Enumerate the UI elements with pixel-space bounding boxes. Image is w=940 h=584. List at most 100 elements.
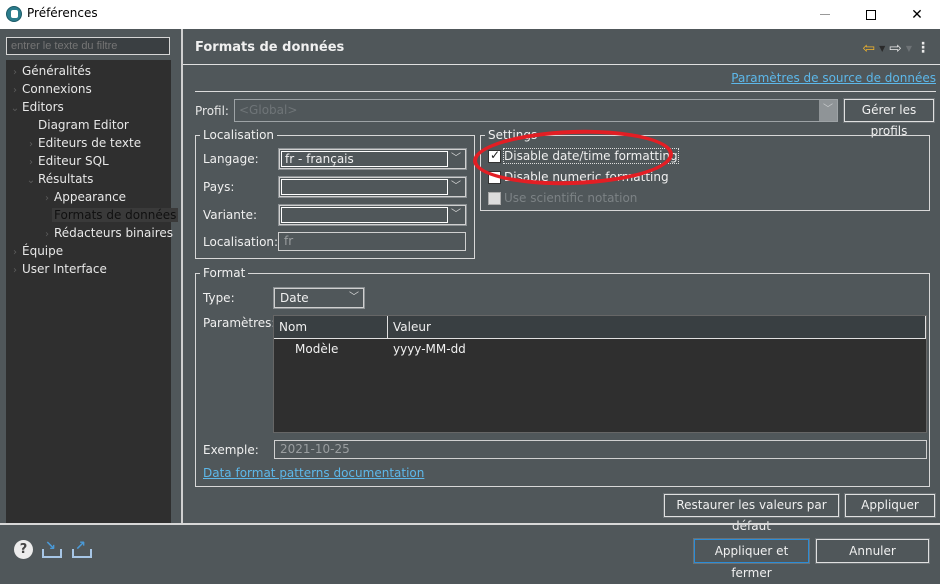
scientific-notation-checkbox[interactable]: Use scientific notation (488, 191, 637, 205)
tree-item-label: Résultats (38, 172, 94, 186)
sidebar: ›Généralités›Connexions⌄EditorsDiagram E… (0, 29, 179, 524)
language-select[interactable]: fr - français ﹀ (278, 148, 467, 170)
language-label: Langage: (203, 152, 259, 166)
localisation-legend: Localisation (203, 128, 275, 142)
tree-item[interactable]: › Appearance (40, 188, 126, 206)
footer-icons: ? ↘ ↗ (14, 539, 93, 559)
tree-item[interactable]: › User Interface (8, 260, 107, 278)
chevron-right-icon[interactable]: › (8, 262, 22, 280)
country-label: Pays: (203, 180, 235, 194)
maximize-icon (866, 9, 876, 20)
doc-link[interactable]: Data format patterns documentation (203, 466, 424, 480)
tree-item[interactable]: Diagram Editor (24, 116, 129, 134)
tree-item[interactable]: ⌄ Editors (8, 98, 64, 116)
param-name: Modèle (295, 342, 339, 356)
tree-item-label: User Interface (22, 262, 107, 276)
checkbox-icon (488, 191, 501, 205)
close-button[interactable]: ✕ (894, 0, 940, 29)
tree-item[interactable]: › Editeurs de texte (24, 134, 141, 152)
tree-item[interactable]: › Équipe (8, 242, 63, 260)
apply-and-close-button[interactable]: Appliquer et fermer (693, 538, 810, 580)
chevron-down-icon[interactable]: ⌄ (24, 172, 38, 190)
profile-select[interactable]: <Global> ﹀ (234, 99, 838, 122)
maximize-button[interactable] (848, 0, 894, 29)
chevron-down-icon: ﹀ (451, 181, 461, 192)
divider (195, 91, 936, 92)
tree-item[interactable]: Formats de données (40, 206, 179, 224)
filter-input[interactable] (6, 37, 170, 55)
chevron-down-icon[interactable]: ⌄ (8, 100, 22, 118)
variant-label: Variante: (203, 208, 257, 222)
tree-item[interactable]: › Editeur SQL (24, 152, 109, 170)
page-nav: ⇦ ▼ ⇨ ▼ ⋮ (863, 39, 930, 57)
param-value[interactable]: yyyy-MM-dd (393, 340, 466, 358)
forward-arrow-icon[interactable]: ⇨ (889, 39, 902, 57)
tree-item-label: Généralités (22, 64, 91, 78)
settings-legend: Settings (488, 128, 538, 142)
checkbox-icon (488, 170, 501, 184)
divider (0, 523, 940, 525)
language-value: fr - français (285, 152, 354, 166)
scientific-notation-label: Use scientific notation (504, 191, 638, 205)
chevron-down-icon: ﹀ (451, 209, 461, 220)
params-label: Paramètres: (203, 316, 276, 330)
help-icon[interactable]: ? (14, 540, 33, 559)
chevron-down-icon: ﹀ (451, 153, 461, 164)
cancel-button[interactable]: Annuler (815, 538, 930, 564)
tree-item[interactable]: ⌄ Résultats (24, 170, 94, 190)
datasource-settings-link[interactable]: Paramètres de source de données (731, 71, 936, 85)
minimize-button[interactable] (802, 0, 848, 29)
back-arrow-icon[interactable]: ⇦ (863, 39, 876, 57)
import-icon[interactable]: ↘ (41, 539, 63, 559)
type-value: Date (280, 291, 309, 305)
tree-item[interactable]: › Connexions (8, 80, 92, 98)
locale-label: Localisation: (203, 235, 279, 249)
tree-item-label: Editors (22, 100, 64, 114)
format-legend: Format (203, 266, 246, 280)
tree-item-label: Editeurs de texte (38, 136, 142, 150)
tree-item-label: Équipe (22, 244, 64, 258)
chevron-down-icon: ﹀ (819, 100, 837, 121)
type-select[interactable]: Date ﹀ (273, 287, 365, 309)
country-select[interactable]: ﹀ (278, 176, 467, 198)
close-icon: ✕ (911, 6, 923, 23)
params-table: Nom Valeur Modèle yyyy-MM-dd (273, 315, 927, 433)
variant-select[interactable]: ﹀ (278, 204, 467, 226)
tree-item-label: Appearance (54, 190, 127, 204)
type-label: Type: (203, 291, 235, 305)
table-header: Nom Valeur (274, 316, 926, 339)
disable-numeric-checkbox[interactable]: Disable numeric formatting (488, 170, 669, 184)
apply-button[interactable]: Appliquer (844, 493, 936, 518)
title-bar: Préférences ✕ (0, 0, 940, 29)
tree-item-label: Editeur SQL (38, 154, 109, 168)
back-dropdown-icon[interactable]: ▼ (879, 44, 885, 53)
profile-label: Profil: (195, 104, 229, 118)
divider (183, 64, 940, 65)
example-label: Exemple: (203, 443, 259, 457)
tree-item[interactable]: › Rédacteurs binaires (40, 224, 173, 242)
checkbox-checked-icon (488, 148, 501, 163)
forward-dropdown-icon[interactable]: ▼ (906, 44, 912, 53)
tree-item-label: Diagram Editor (38, 118, 129, 132)
view-menu-icon[interactable]: ⋮ (916, 40, 930, 56)
example-field: 2021-10-25 (274, 440, 927, 459)
export-icon[interactable]: ↗ (71, 539, 93, 559)
tree-item-label: Formats de données (52, 208, 179, 222)
window-title: Préférences (27, 6, 98, 20)
restore-defaults-button[interactable]: Restaurer les valeurs par défaut (663, 493, 840, 533)
manage-profiles-button[interactable]: Gérer les profils (843, 98, 935, 138)
column-header-name[interactable]: Nom (274, 316, 388, 338)
minimize-icon (820, 14, 830, 15)
chevron-down-icon: ﹀ (349, 292, 359, 303)
tree-item-label: Rédacteurs binaires (54, 226, 173, 240)
tree-item[interactable]: › Généralités (8, 62, 91, 80)
disable-numeric-label: Disable numeric formatting (504, 170, 669, 184)
locale-field[interactable]: fr (278, 232, 466, 251)
profile-value: <Global> (239, 103, 298, 117)
disable-datetime-checkbox[interactable]: Disable date/time formatting (488, 148, 679, 164)
page-title: Formats de données (195, 40, 345, 55)
column-header-value[interactable]: Valeur (388, 316, 926, 338)
tree-item-label: Connexions (22, 82, 92, 96)
preferences-tree: › Généralités › Connexions ⌄ Editors Diagram E… (6, 60, 179, 524)
table-row[interactable]: Modèle yyyy-MM-dd (274, 340, 926, 358)
